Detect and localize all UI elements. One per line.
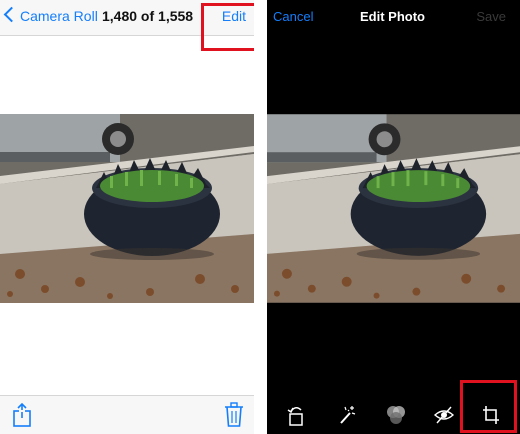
crop-highlight-box (460, 380, 517, 433)
photo[interactable] (0, 114, 254, 303)
photo-counter: 1,480 of 1,558 (102, 8, 194, 24)
edit-photo-title: Edit Photo (360, 9, 425, 24)
edit-nav-bar: Cancel Edit Photo Save (267, 0, 520, 35)
camera-roll-back-button[interactable]: Camera Roll (3, 6, 98, 24)
chevron-left-icon (3, 6, 20, 23)
edit-photo-screen: Cancel Edit Photo Save (267, 0, 520, 434)
edit-highlight-box (201, 3, 254, 51)
trash-icon[interactable] (224, 402, 244, 433)
save-button[interactable]: Save (476, 9, 506, 24)
red-eye-icon[interactable] (433, 405, 455, 430)
rotate-icon[interactable] (287, 404, 305, 431)
divider-gap (254, 0, 267, 434)
share-icon[interactable] (12, 402, 32, 433)
photo-viewer-screen: Camera Roll 1,480 of 1,558 Edit (0, 0, 254, 434)
bottom-toolbar (0, 395, 254, 434)
filters-icon[interactable] (385, 404, 407, 431)
enhance-wand-icon[interactable] (337, 404, 357, 431)
edit-photo-preview (267, 114, 520, 303)
back-label: Camera Roll (20, 8, 98, 24)
cancel-button[interactable]: Cancel (273, 9, 313, 24)
